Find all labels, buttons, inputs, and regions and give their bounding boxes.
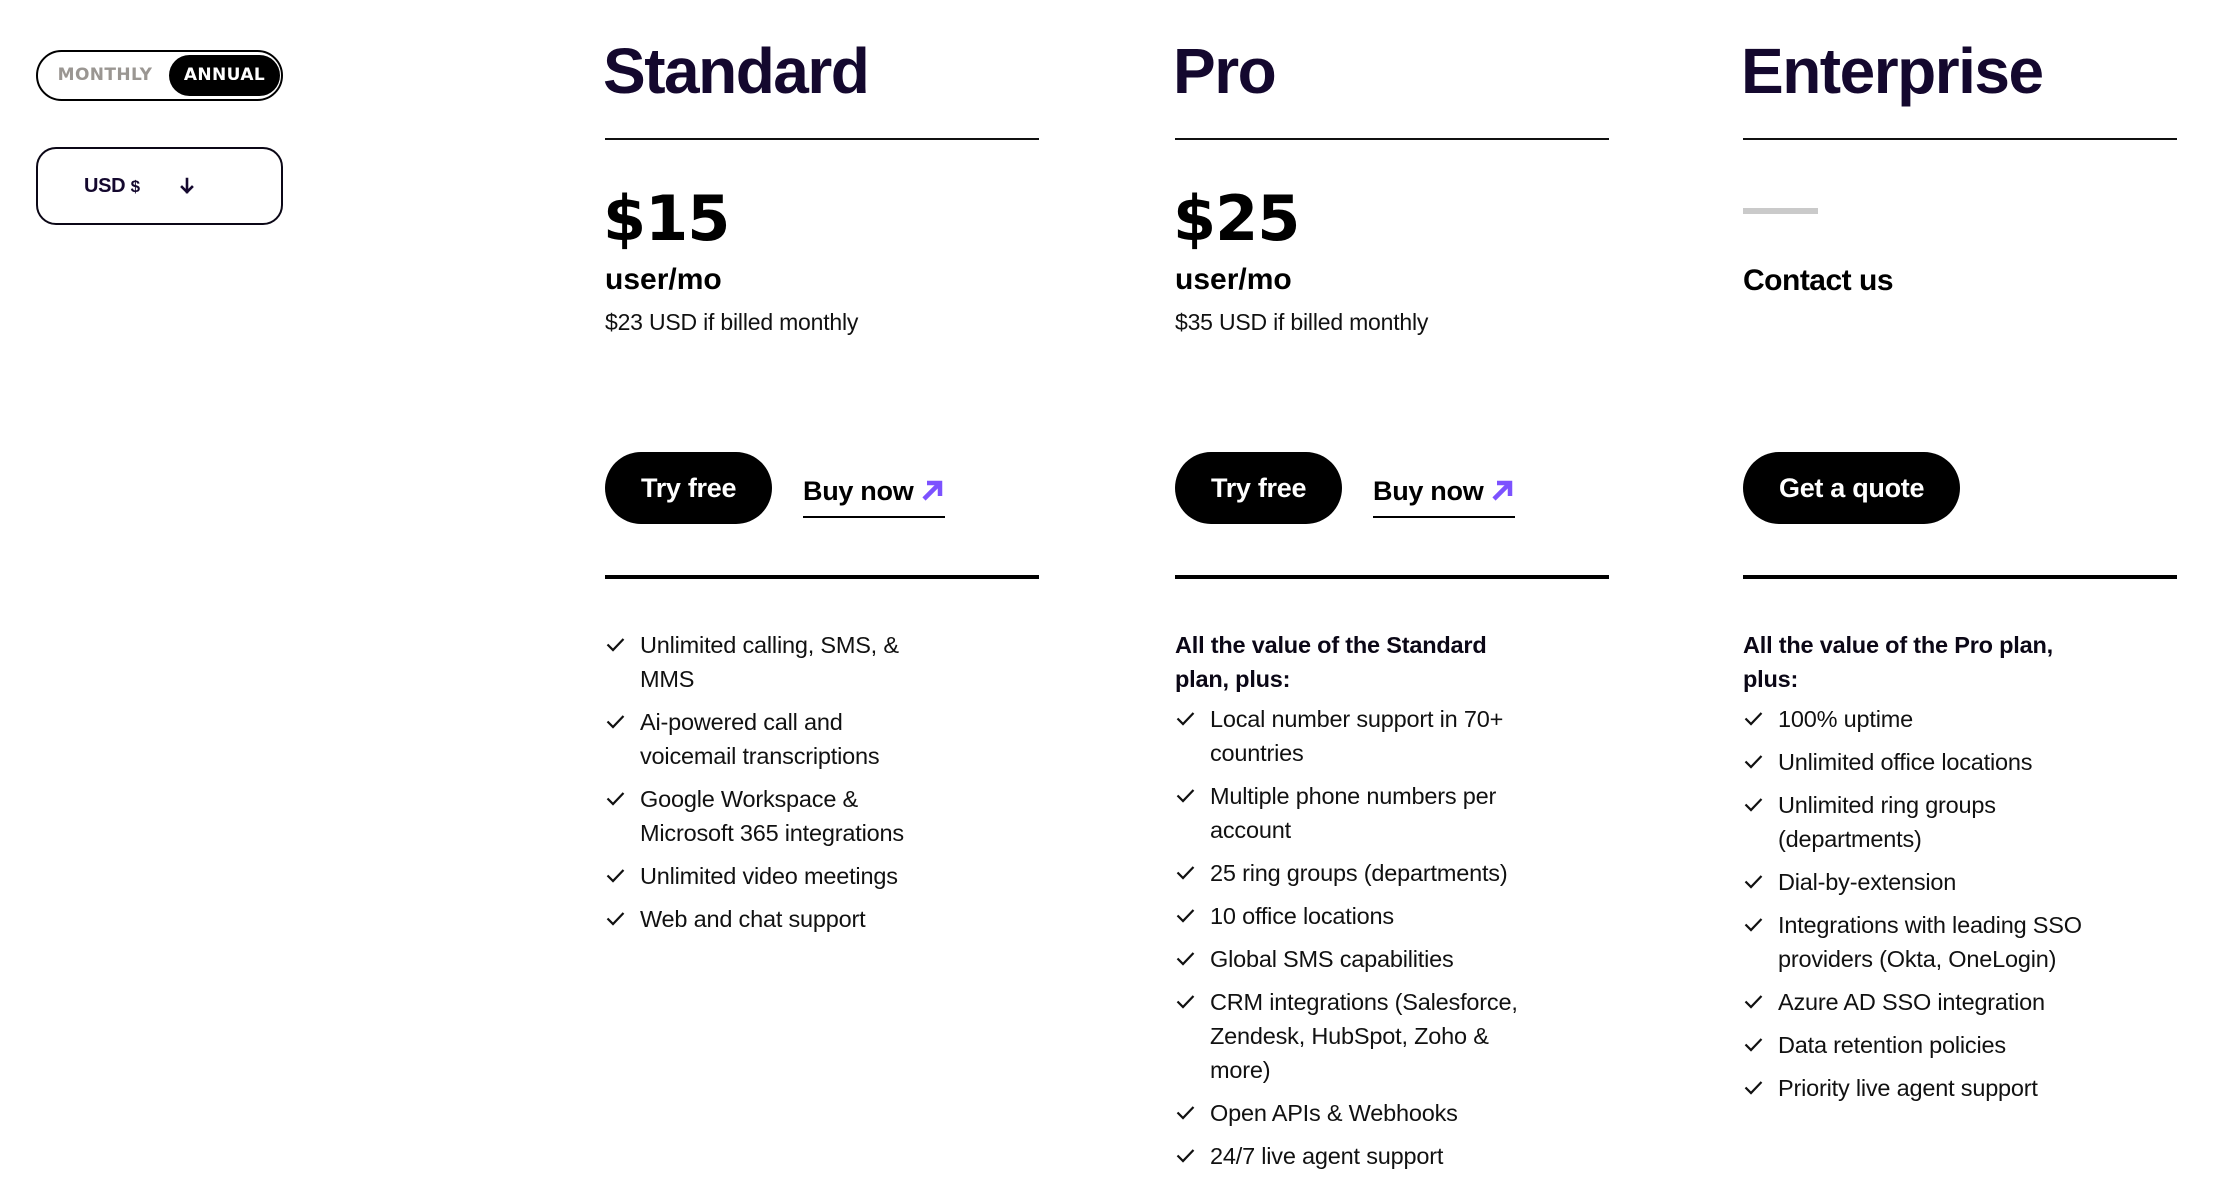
feature-item: Local number support in 70+ countries [1175, 702, 1535, 770]
plan-title: Pro [1173, 35, 1277, 107]
check-icon [1744, 875, 1763, 889]
check-icon [1176, 1106, 1195, 1120]
check-icon [1744, 712, 1763, 726]
monthly-price-note: $23 USD if billed monthly [605, 309, 859, 335]
feature-item: Google Workspace & Microsoft 365 integra… [605, 782, 945, 850]
features-intro: All the value of the Pro plan, plus: [1743, 632, 2053, 692]
check-icon [1744, 755, 1763, 769]
check-icon [1176, 1149, 1195, 1163]
feature-list: Unlimited calling, SMS, & MMS Ai-powered… [605, 628, 945, 945]
billing-period-toggle[interactable]: MONTHLY ANNUAL [36, 50, 283, 101]
features-intro: All the value of the Standard plan, plus… [1175, 632, 1487, 692]
feature-item: Priority live agent support [1743, 1071, 2103, 1105]
arrow-up-right-icon [1492, 480, 1513, 501]
arrow-down-icon [180, 177, 194, 194]
feature-item: Multiple phone numbers per account [1175, 779, 1535, 847]
price-placeholder-bar [1743, 208, 1818, 214]
toggle-monthly[interactable]: MONTHLY [44, 55, 166, 96]
toggle-annual[interactable]: ANNUAL [169, 55, 280, 96]
currency-label: USD $ [84, 175, 140, 198]
plan-enterprise: Enterprise Contact us Get a quote All th… [1741, 0, 2177, 1198]
plan-pro: Pro $25 user/mo $35 USD if billed monthl… [1173, 0, 1609, 1198]
feature-item: Dial-by-extension [1743, 865, 2103, 899]
check-icon [1744, 1081, 1763, 1095]
plan-title: Enterprise [1741, 35, 2044, 107]
currency-code: USD [84, 175, 126, 197]
feature-item: Open APIs & Webhooks [1175, 1096, 1535, 1130]
plan-title: Standard [603, 35, 870, 107]
currency-symbol: $ [130, 177, 140, 196]
feature-item: Ai-powered call and voicemail transcript… [605, 705, 945, 773]
feature-item: Azure AD SSO integration [1743, 985, 2103, 1019]
try-free-button[interactable]: Try free [605, 452, 773, 524]
divider-thick [1175, 575, 1609, 579]
feature-list: All the value of the Standard plan, plus… [1175, 628, 1535, 1182]
plan-price: $15 [603, 182, 730, 255]
check-icon [1744, 918, 1763, 932]
plan-price: $25 [1173, 182, 1300, 255]
feature-item: Global SMS capabilities [1175, 942, 1535, 976]
plan-standard: Standard $15 user/mo $23 USD if billed m… [603, 0, 1039, 1198]
divider-thick [1743, 575, 2177, 579]
get-a-quote-button[interactable]: Get a quote [1743, 452, 1961, 524]
check-icon [606, 912, 625, 926]
try-free-button[interactable]: Try free [1175, 452, 1343, 524]
divider [1743, 138, 2177, 140]
check-icon [1176, 789, 1195, 803]
feature-item: CRM integrations (Salesforce, Zendesk, H… [1175, 985, 1535, 1087]
feature-item: Unlimited office locations [1743, 745, 2103, 779]
divider [1175, 138, 1609, 140]
arrow-up-right-icon [922, 480, 943, 501]
check-icon [606, 715, 625, 729]
feature-item: Web and chat support [605, 902, 945, 936]
check-icon [1744, 1038, 1763, 1052]
divider-thick [605, 575, 1039, 579]
check-icon [606, 792, 625, 806]
buy-now-label: Buy now [803, 476, 914, 506]
feature-item: Integrations with leading SSO providers … [1743, 908, 2103, 976]
check-icon [1176, 866, 1195, 880]
contact-us-label: Contact us [1743, 264, 1894, 297]
monthly-price-note: $35 USD if billed monthly [1175, 309, 1429, 335]
check-icon [1744, 995, 1763, 1009]
price-unit: user/mo [1175, 263, 1292, 296]
price-unit: user/mo [605, 263, 722, 296]
feature-item: 25 ring groups (departments) [1175, 856, 1535, 890]
buy-now-label: Buy now [1373, 476, 1484, 506]
currency-select[interactable]: USD $ [36, 147, 283, 225]
check-icon [1176, 909, 1195, 923]
feature-item: Unlimited video meetings [605, 859, 945, 893]
check-icon [606, 869, 625, 883]
check-icon [606, 638, 625, 652]
check-icon [1176, 712, 1195, 726]
divider [605, 138, 1039, 140]
feature-item: Unlimited ring groups (departments) [1743, 788, 2103, 856]
feature-item: 10 office locations [1175, 899, 1535, 933]
check-icon [1744, 798, 1763, 812]
feature-item: Unlimited calling, SMS, & MMS [605, 628, 945, 696]
buy-now-link[interactable]: Buy now [803, 474, 945, 518]
check-icon [1176, 952, 1195, 966]
buy-now-link[interactable]: Buy now [1373, 474, 1515, 518]
feature-item: 24/7 live agent support [1175, 1139, 1535, 1173]
feature-list: All the value of the Pro plan, plus: 100… [1743, 628, 2103, 1114]
feature-item: 100% uptime [1743, 702, 2103, 736]
feature-item: Data retention policies [1743, 1028, 2103, 1062]
check-icon [1176, 995, 1195, 1009]
